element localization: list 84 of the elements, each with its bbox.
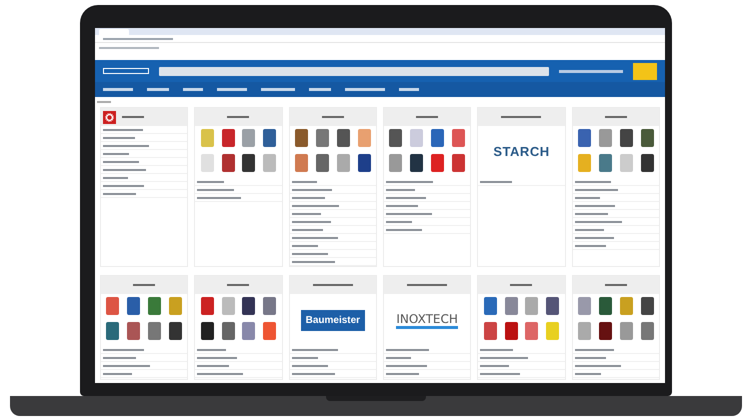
product-photo [358, 129, 371, 147]
category-card[interactable] [383, 107, 472, 267]
cart-button[interactable] [633, 62, 657, 80]
product-photo [316, 154, 329, 172]
product-photo [200, 322, 214, 340]
address-bar[interactable] [95, 35, 665, 43]
product-photo [598, 129, 612, 147]
category-card[interactable] [100, 275, 188, 380]
product-photo [578, 154, 592, 172]
product-photo [148, 297, 162, 315]
product-photo [358, 154, 371, 172]
product-photo [598, 154, 612, 172]
product-photo [168, 297, 182, 315]
product-photo [620, 129, 633, 147]
category-card[interactable]: INOXTECH [383, 275, 472, 380]
product-photo [242, 129, 256, 147]
product-photo [546, 297, 560, 315]
product-photo [452, 129, 465, 147]
product-photo [336, 154, 350, 172]
product-photo [168, 322, 182, 340]
gear-icon [103, 110, 116, 124]
product-photo [484, 322, 497, 340]
product-photo [389, 129, 402, 147]
product-photo [222, 322, 235, 340]
product-photo [578, 297, 592, 315]
brand-logo: INOXTECH [396, 312, 458, 328]
product-photo [242, 322, 256, 340]
product-photo [263, 154, 276, 172]
search-field[interactable] [159, 66, 549, 76]
product-photo [127, 297, 140, 315]
product-photo [640, 154, 654, 172]
brand-logo: Baumeister [300, 310, 366, 330]
product-photo [242, 154, 256, 172]
product-photo [504, 297, 518, 315]
product-photo [484, 297, 497, 315]
product-photo [200, 129, 214, 147]
product-photo [620, 322, 633, 340]
product-photo [640, 322, 654, 340]
product-photo [640, 297, 654, 315]
product-photo [620, 297, 633, 315]
product-photo [410, 154, 424, 172]
product-photo [222, 297, 235, 315]
product-photo [504, 322, 518, 340]
product-photo [106, 297, 120, 315]
blurred-text [559, 70, 623, 72]
product-photo [263, 129, 276, 147]
product-photo [295, 129, 308, 147]
category-card[interactable] [194, 275, 283, 380]
category-card[interactable]: STARCH [477, 107, 566, 267]
product-photo [525, 322, 538, 340]
product-photo [200, 297, 214, 315]
category-card[interactable]: Baumeister [288, 275, 377, 380]
product-photo [452, 154, 465, 172]
product-photo [242, 297, 256, 315]
product-photo [263, 297, 276, 315]
product-photo [263, 322, 276, 340]
category-card[interactable] [572, 275, 660, 380]
product-photo [431, 154, 444, 172]
site-logo[interactable] [103, 68, 149, 74]
category-card[interactable] [477, 275, 566, 380]
product-photo [431, 129, 444, 147]
product-photo [578, 129, 592, 147]
product-photo [525, 297, 538, 315]
product-photo [620, 154, 633, 172]
product-photo [200, 154, 214, 172]
product-photo [578, 322, 592, 340]
product-photo [546, 322, 560, 340]
product-photo [127, 322, 140, 340]
product-photo [598, 297, 612, 315]
product-photo [410, 129, 424, 147]
product-photo [222, 129, 235, 147]
product-photo [598, 322, 612, 340]
product-photo [316, 129, 329, 147]
product-photo [222, 154, 235, 172]
product-photo [389, 154, 402, 172]
product-photo [295, 154, 308, 172]
product-photo [106, 322, 120, 340]
brand-logo: STARCH [493, 143, 550, 162]
category-card[interactable] [572, 107, 660, 267]
category-card[interactable] [194, 107, 283, 267]
product-photo [336, 129, 350, 147]
product-photo [640, 129, 654, 147]
category-card[interactable] [288, 107, 377, 267]
product-photo [148, 322, 162, 340]
